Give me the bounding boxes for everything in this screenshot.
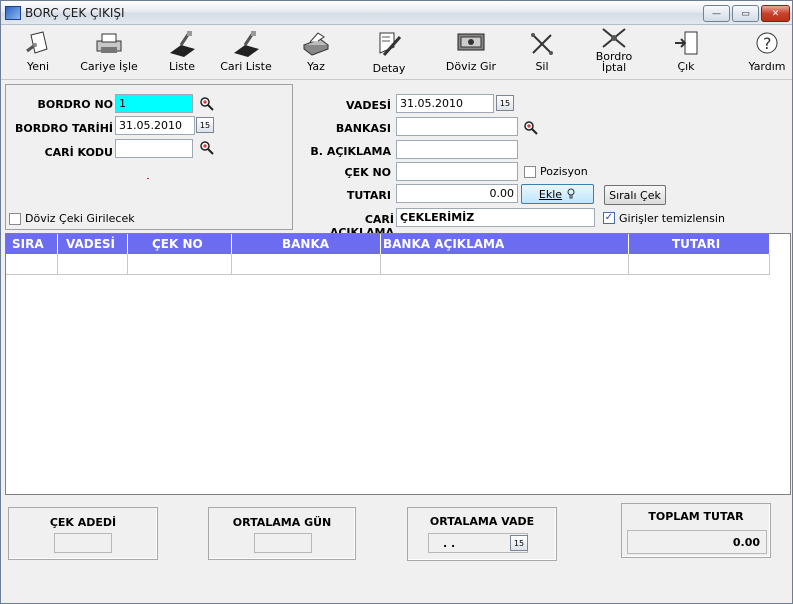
cell-vadesi[interactable] bbox=[58, 254, 128, 274]
toolbar-bordro-iptal-button[interactable]: Bordro İptal bbox=[585, 26, 643, 73]
bordro-no-input[interactable]: 1 bbox=[115, 94, 193, 113]
toolbar-cariye-isle-button[interactable]: Cariye İşle bbox=[80, 28, 138, 72]
grid-header: SIRA VADESİ ÇEK NO BANKA BANKA AÇIKLAMA … bbox=[6, 234, 770, 254]
main-window: BORÇ ÇEK ÇIKIŞI — ▭ ✕ Yeni Cariye İşle L… bbox=[0, 0, 793, 604]
ortalama-vade-label: ORTALAMA VADE bbox=[429, 515, 535, 528]
ekle-button[interactable]: Ekle bbox=[521, 184, 594, 204]
window-title: BORÇ ÇEK ÇIKIŞI bbox=[25, 6, 125, 20]
col-banka-aciklama-header[interactable]: BANKA AÇIKLAMA bbox=[381, 234, 629, 254]
tutari-label: TUTARI bbox=[346, 189, 391, 202]
bordro-tarihi-input[interactable]: 31.05.2010 bbox=[115, 116, 195, 135]
ortalama-vade-calendar-icon[interactable]: 15 bbox=[510, 535, 528, 551]
bordro-no-search-icon[interactable] bbox=[199, 96, 215, 112]
ortalama-vade-box: ORTALAMA VADE . . 15 bbox=[407, 507, 557, 561]
cek-adedi-value bbox=[54, 533, 112, 553]
toolbar-sil-button[interactable]: Sil bbox=[513, 28, 571, 72]
doviz-ceki-label: Döviz Çeki Girilecek bbox=[25, 212, 135, 225]
toolbar: Yeni Cariye İşle Liste Cari Liste Yaz De… bbox=[1, 26, 792, 80]
pozisyon-checkbox[interactable] bbox=[524, 166, 536, 178]
toplam-tutar-box: TOPLAM TUTAR 0.00 bbox=[621, 503, 771, 558]
cari-kodu-input[interactable] bbox=[115, 139, 193, 158]
toolbar-liste-button[interactable]: Liste bbox=[153, 28, 211, 72]
col-tutari-header[interactable]: TUTARI bbox=[629, 234, 770, 254]
printer-process-icon bbox=[92, 28, 126, 60]
exit-icon bbox=[669, 28, 703, 60]
maximize-button[interactable]: ▭ bbox=[732, 5, 759, 22]
toolbar-doviz-gir-button[interactable]: Döviz Gir bbox=[442, 28, 500, 72]
toplam-tutar-label: TOPLAM TUTAR bbox=[648, 510, 744, 523]
col-cek-no-header[interactable]: ÇEK NO bbox=[128, 234, 232, 254]
cancel-icon bbox=[597, 26, 631, 50]
vadesi-calendar-icon[interactable]: 15 bbox=[496, 95, 514, 111]
toolbar-cik-button[interactable]: Çık bbox=[657, 28, 715, 72]
close-button[interactable]: ✕ bbox=[761, 5, 790, 22]
cari-kodu-search-icon[interactable] bbox=[199, 140, 215, 156]
toolbar-yaz-button[interactable]: Yaz bbox=[287, 28, 345, 72]
print-icon bbox=[299, 28, 333, 60]
toplam-tutar-value: 0.00 bbox=[627, 530, 767, 554]
help-icon: ? bbox=[750, 28, 784, 60]
cari-kodu-label: CARİ KODU bbox=[44, 146, 113, 159]
cell-cek-no[interactable] bbox=[128, 254, 232, 274]
toolbar-yeni-button[interactable]: Yeni bbox=[9, 28, 67, 72]
delete-icon bbox=[525, 28, 559, 60]
cek-no-label: ÇEK NO bbox=[344, 166, 392, 179]
bordro-tarihi-label: BORDRO TARİHİ bbox=[14, 122, 113, 135]
ortalama-gun-box: ORTALAMA GÜN bbox=[208, 507, 356, 560]
cell-tutari[interactable] bbox=[629, 254, 770, 274]
table-row[interactable] bbox=[6, 254, 770, 275]
col-vadesi-header[interactable]: VADESİ bbox=[58, 234, 128, 254]
b-aciklama-input[interactable] bbox=[396, 140, 518, 159]
svg-text:?: ? bbox=[763, 34, 772, 53]
bordro-tarihi-calendar-icon[interactable]: 15 bbox=[196, 117, 214, 133]
app-icon bbox=[5, 6, 21, 20]
b-aciklama-label: B. AÇIKLAMA bbox=[310, 145, 391, 158]
tutari-input[interactable]: 0.00 bbox=[396, 184, 518, 203]
bankasi-search-icon[interactable] bbox=[523, 120, 539, 136]
col-sira-header[interactable]: SIRA bbox=[6, 234, 58, 254]
bordro-no-label: BORDRO NO bbox=[37, 98, 113, 111]
cari-aciklama-input[interactable]: ÇEKLERİMİZ bbox=[396, 208, 595, 227]
bankasi-input[interactable] bbox=[396, 117, 518, 136]
bankasi-label: BANKASI bbox=[335, 122, 391, 135]
red-marker bbox=[147, 178, 149, 179]
col-banka-header[interactable]: BANKA bbox=[232, 234, 381, 254]
cek-grid[interactable]: SIRA VADESİ ÇEK NO BANKA BANKA AÇIKLAMA … bbox=[5, 233, 791, 495]
cek-no-input[interactable] bbox=[396, 162, 518, 181]
cari-list-icon bbox=[229, 28, 263, 60]
list-icon bbox=[165, 28, 199, 60]
cell-banka-aciklama[interactable] bbox=[381, 254, 629, 274]
girisler-temizlensin-checkbox[interactable]: ✓ bbox=[603, 212, 615, 224]
pozisyon-label: Pozisyon bbox=[540, 165, 588, 178]
title-bar: BORÇ ÇEK ÇIKIŞI — ▭ ✕ bbox=[1, 1, 792, 25]
minimize-button[interactable]: — bbox=[703, 5, 730, 22]
lightbulb-icon bbox=[567, 188, 575, 199]
toolbar-detay-button[interactable]: Detay bbox=[360, 28, 418, 74]
girisler-temizlensin-label: Girişler temizlensin bbox=[619, 212, 725, 225]
currency-icon bbox=[454, 28, 488, 60]
vadesi-input[interactable]: 31.05.2010 bbox=[396, 94, 494, 113]
doviz-ceki-checkbox[interactable] bbox=[9, 213, 21, 225]
cell-banka[interactable] bbox=[232, 254, 381, 274]
detail-icon bbox=[372, 28, 406, 60]
new-doc-icon bbox=[21, 28, 55, 60]
ortalama-gun-value bbox=[254, 533, 312, 553]
vadesi-label: VADESİ bbox=[346, 99, 391, 112]
ortalama-gun-label: ORTALAMA GÜN bbox=[232, 516, 332, 529]
toolbar-cari-liste-button[interactable]: Cari Liste bbox=[217, 28, 275, 72]
cell-sira[interactable] bbox=[6, 254, 58, 274]
toolbar-yardim-button[interactable]: ? Yardım bbox=[738, 28, 793, 72]
cek-adedi-box: ÇEK ADEDİ bbox=[8, 507, 158, 560]
cek-adedi-label: ÇEK ADEDİ bbox=[49, 516, 117, 529]
sirali-cek-button[interactable]: Sıralı Çek bbox=[604, 185, 666, 205]
